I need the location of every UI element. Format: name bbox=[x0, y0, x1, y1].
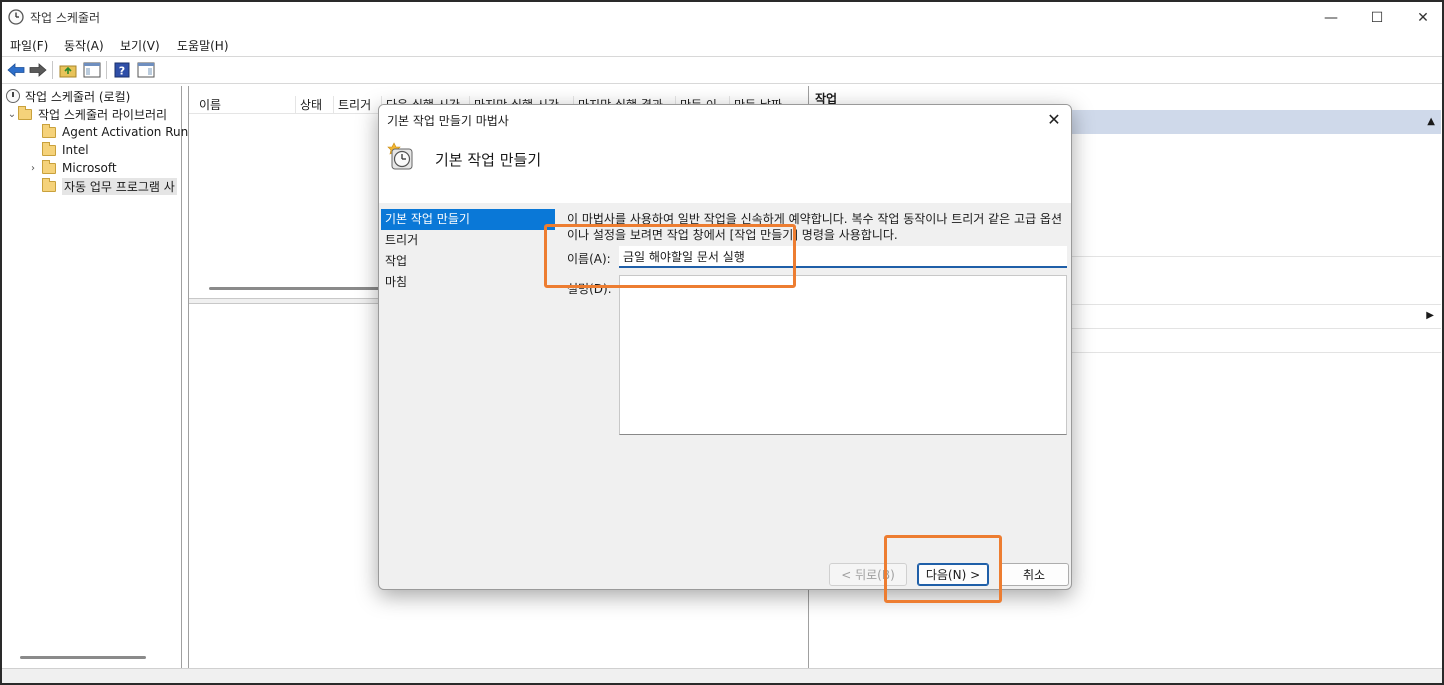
tree-item-root[interactable]: 작업 스케줄러 (로컬) bbox=[6, 87, 130, 105]
dialog-title-bar: 기본 작업 만들기 마법사 ✕ bbox=[379, 105, 1071, 133]
tree-item-library[interactable]: ⌄ 작업 스케줄러 라이브러리 bbox=[6, 105, 167, 123]
column-header-trigger[interactable]: 트리거 bbox=[333, 96, 381, 114]
dialog-title: 기본 작업 만들기 마법사 bbox=[387, 114, 509, 128]
tree-item-label: Microsoft bbox=[62, 161, 117, 175]
tree-item-label: Agent Activation Run bbox=[62, 125, 189, 139]
wizard-step-action[interactable]: 작업 bbox=[381, 251, 555, 272]
menu-file[interactable]: 파일(F) bbox=[10, 37, 48, 54]
wizard-step-finish[interactable]: 마침 bbox=[381, 272, 555, 293]
close-icon: ✕ bbox=[1417, 10, 1429, 26]
wizard-step-trigger[interactable]: 트리거 bbox=[381, 230, 555, 251]
task-scheduler-window: 작업 스케줄러 — ☐ ✕ 파일(F) 동작(A) 보기(V) 도움말(H) ? bbox=[0, 0, 1444, 685]
window-title: 작업 스케줄러 bbox=[30, 11, 101, 25]
folder-icon bbox=[42, 123, 56, 138]
next-button[interactable]: 다음(N) > bbox=[917, 563, 989, 586]
collapse-up-icon[interactable]: ▲ bbox=[1427, 116, 1435, 127]
forward-arrow-icon[interactable] bbox=[28, 61, 48, 79]
dialog-close-button[interactable]: ✕ bbox=[1043, 109, 1065, 129]
title-bar: 작업 스케줄러 — ☐ ✕ bbox=[2, 2, 1442, 34]
menu-help[interactable]: 도움말(H) bbox=[177, 37, 229, 54]
wizard-steps: 기본 작업 만들기 트리거 작업 마침 bbox=[381, 209, 555, 293]
navigation-tree: 작업 스케줄러 (로컬) ⌄ 작업 스케줄러 라이브러리 Agent Activ… bbox=[2, 86, 188, 668]
description-label: 설명(D): bbox=[567, 282, 612, 296]
back-button[interactable]: < 뒤로(B) bbox=[829, 563, 907, 586]
submenu-arrow-icon[interactable]: ▶ bbox=[1426, 310, 1434, 321]
close-icon: ✕ bbox=[1047, 109, 1061, 129]
basic-task-wizard-dialog: 기본 작업 만들기 마법사 ✕ 기본 작업 만들기 기본 작업 만들기 트리거 … bbox=[378, 104, 1072, 590]
tree-item-label: 작업 스케줄러 (로컬) bbox=[25, 89, 131, 104]
folder-icon bbox=[42, 141, 56, 156]
name-label: 이름(A): bbox=[567, 252, 611, 266]
chevron-down-icon[interactable]: ⌄ bbox=[6, 109, 18, 120]
menu-bar: 파일(F) 동작(A) 보기(V) 도움말(H) bbox=[2, 34, 1442, 56]
menu-view[interactable]: 보기(V) bbox=[120, 37, 160, 54]
folder-icon bbox=[42, 177, 56, 192]
dialog-header-title: 기본 작업 만들기 bbox=[435, 151, 542, 169]
tree-item-auto-program[interactable]: 자동 업무 프로그램 사 bbox=[30, 177, 177, 195]
back-arrow-icon[interactable] bbox=[6, 61, 26, 79]
svg-text:?: ? bbox=[119, 65, 125, 78]
wizard-step-create-basic-task[interactable]: 기본 작업 만들기 bbox=[381, 209, 555, 230]
tree-item-label: 작업 스케줄러 라이브러리 bbox=[38, 107, 168, 122]
wizard-description: 이 마법사를 사용하여 일반 작업을 신속하게 예약합니다. 복수 작업 동작이… bbox=[567, 212, 1063, 242]
tree-item-agent-activation[interactable]: Agent Activation Run bbox=[30, 123, 188, 141]
task-name-input[interactable] bbox=[619, 246, 1067, 268]
folder-clock-icon bbox=[18, 105, 32, 120]
clock-icon bbox=[6, 89, 20, 103]
task-description-textarea[interactable] bbox=[619, 275, 1067, 435]
toolbar-separator bbox=[52, 61, 53, 79]
up-folder-icon[interactable] bbox=[58, 61, 78, 79]
help-icon[interactable]: ? bbox=[112, 61, 132, 79]
cancel-button[interactable]: 취소 bbox=[999, 563, 1069, 586]
column-header-status[interactable]: 상태 bbox=[295, 96, 333, 114]
tree-item-intel[interactable]: Intel bbox=[30, 141, 89, 159]
close-button[interactable]: ✕ bbox=[1400, 2, 1442, 34]
maximize-button[interactable]: ☐ bbox=[1354, 2, 1400, 34]
toolbar: ? bbox=[2, 56, 1442, 84]
status-bar bbox=[2, 668, 1442, 683]
horizontal-scrollbar[interactable] bbox=[20, 656, 146, 659]
menu-action[interactable]: 동작(A) bbox=[64, 37, 104, 54]
minimize-icon: — bbox=[1324, 10, 1338, 26]
dialog-header: 기본 작업 만들기 bbox=[379, 133, 1071, 203]
column-header-name[interactable]: 이름 bbox=[195, 96, 295, 114]
task-clock-icon bbox=[387, 142, 413, 170]
chevron-right-icon[interactable]: › bbox=[24, 163, 42, 174]
minimize-button[interactable]: — bbox=[1308, 2, 1354, 34]
tree-item-microsoft[interactable]: › Microsoft bbox=[24, 159, 117, 177]
toolbar-separator bbox=[106, 61, 107, 79]
show-action-pane-icon[interactable] bbox=[136, 61, 156, 79]
tree-item-label: 자동 업무 프로그램 사 bbox=[62, 177, 177, 195]
folder-icon bbox=[42, 159, 56, 174]
tree-item-label: Intel bbox=[62, 143, 89, 157]
maximize-icon: ☐ bbox=[1370, 10, 1384, 26]
show-hide-tree-icon[interactable] bbox=[82, 61, 102, 79]
clock-icon bbox=[8, 9, 24, 25]
